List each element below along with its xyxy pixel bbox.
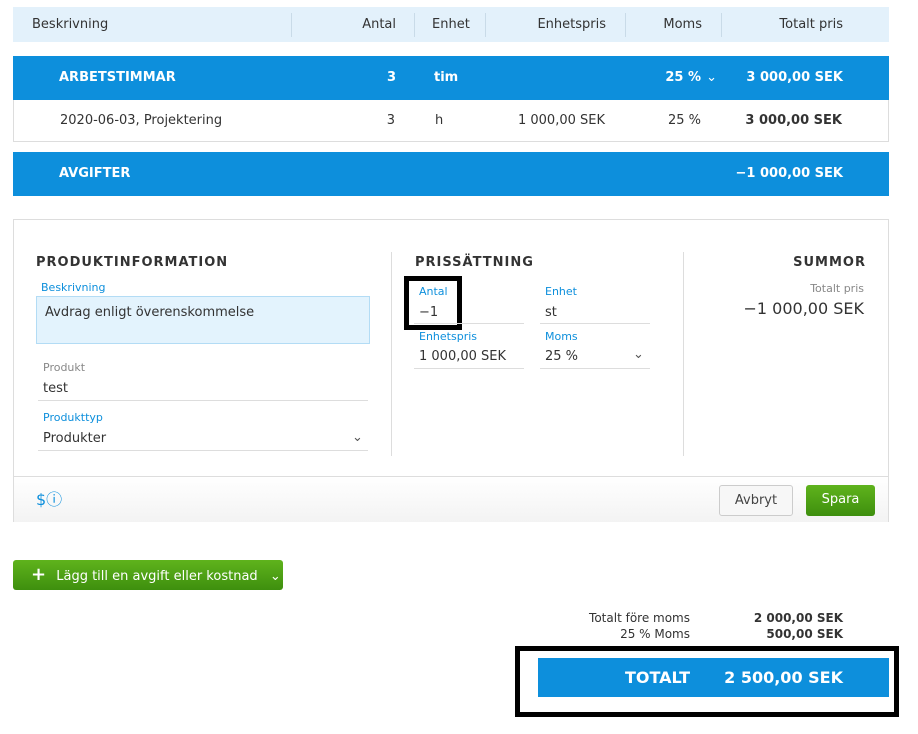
vat-value: 500,00 SEK [766, 627, 843, 641]
grand-total-value: 2 500,00 SEK [724, 668, 843, 687]
edit-panel: PRODUKTINFORMATION Beskrivning Avdrag en… [13, 219, 889, 522]
unit-input[interactable]: st [545, 305, 557, 320]
product-type-label: Produkttyp [43, 411, 103, 424]
before-vat-label: Totalt före moms [589, 611, 690, 625]
chevron-down-icon[interactable]: ⌄ [706, 70, 717, 85]
group-unit: tim [434, 70, 459, 85]
vat-label: Moms [545, 330, 578, 343]
sums-section-title: SUMMOR [793, 255, 866, 270]
description-input[interactable]: Avdrag enligt överenskommelse [36, 296, 370, 344]
add-fee-button[interactable]: + Lägg till en avgift eller kostnad ⌄ [13, 560, 283, 590]
plus-icon: + [31, 564, 47, 585]
grand-total-label: TOTALT [624, 668, 690, 687]
group-total: −1 000,00 SEK [735, 166, 843, 181]
group-name: ARBETSTIMMAR [59, 70, 176, 85]
group-row-avgifter[interactable]: AVGIFTER −1 000,00 SEK [13, 152, 889, 196]
quantity-label: Antal [419, 285, 448, 298]
group-vat[interactable]: 25 % [665, 70, 701, 85]
row-total: 3 000,00 SEK [745, 113, 842, 128]
col-total: Totalt pris [779, 17, 843, 32]
row-price: 1 000,00 SEK [517, 113, 605, 128]
description-label: Beskrivning [41, 281, 106, 294]
quantity-input[interactable]: −1 [419, 305, 438, 320]
row-vat: 25 % [667, 113, 701, 128]
price-info-icon[interactable]: $ⓘ [36, 486, 62, 510]
col-quantity: Antal [362, 17, 396, 32]
table-header: Beskrivning Antal Enhet Enhetspris Moms … [13, 7, 889, 42]
col-unit-price: Enhetspris [537, 17, 606, 32]
pricing-section-title: PRISSÄTTNING [415, 255, 534, 270]
unit-price-input[interactable]: 1 000,00 SEK [419, 349, 506, 364]
row-desc: 2020-06-03, Projektering [60, 113, 223, 128]
chevron-down-icon[interactable]: ⌄ [633, 347, 644, 362]
product-input[interactable]: test [43, 381, 68, 396]
col-unit: Enhet [432, 17, 470, 32]
group-row-arbetstimmar[interactable]: ARBETSTIMMAR 3 tim 25 % ⌄ 3 000,00 SEK [13, 56, 889, 100]
cancel-button[interactable]: Avbryt [719, 485, 793, 516]
save-button[interactable]: Spara [806, 485, 875, 516]
product-type-select[interactable]: Produkter [43, 431, 106, 446]
chevron-down-icon: ⌄ [269, 569, 281, 584]
unit-label: Enhet [545, 285, 577, 298]
product-section-title: PRODUKTINFORMATION [36, 255, 229, 270]
row-qty: 3 [386, 113, 395, 128]
group-total: 3 000,00 SEK [746, 70, 843, 85]
col-description: Beskrivning [32, 17, 109, 32]
vat-label: 25 % Moms [620, 627, 690, 641]
add-fee-label: Lägg till en avgift eller kostnad [56, 569, 258, 584]
total-price-value: −1 000,00 SEK [743, 299, 865, 318]
panel-footer: $ⓘ Avbryt Spara [14, 476, 888, 522]
vat-select[interactable]: 25 % [545, 349, 578, 364]
chevron-down-icon[interactable]: ⌄ [352, 430, 363, 445]
total-price-label: Totalt pris [810, 282, 864, 295]
product-label: Produkt [43, 361, 86, 374]
before-vat-value: 2 000,00 SEK [753, 611, 843, 625]
group-qty: 3 [386, 70, 396, 85]
row-unit: h [435, 113, 444, 128]
col-vat: Moms [663, 17, 702, 32]
grand-total-bar: TOTALT 2 500,00 SEK [538, 658, 889, 697]
unit-price-label: Enhetspris [419, 330, 477, 343]
table-row[interactable]: 2020-06-03, Projektering 3 h 1 000,00 SE… [13, 100, 889, 142]
group-name: AVGIFTER [59, 166, 131, 181]
